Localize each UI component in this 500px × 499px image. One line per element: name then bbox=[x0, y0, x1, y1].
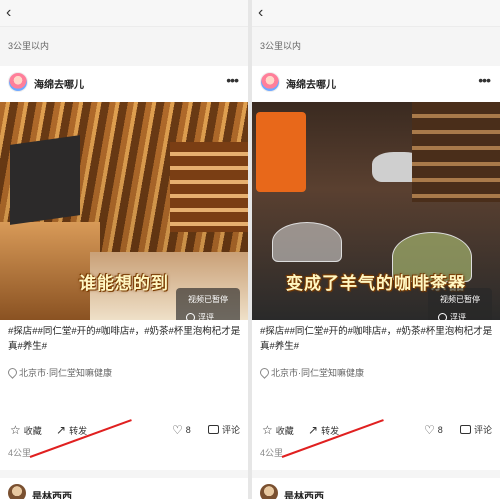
like-button[interactable]: ♡ 8 bbox=[172, 423, 191, 437]
post-tags[interactable]: #探店##同仁堂#开的#咖啡店#，#奶茶#杯里泡枸杞才是真#养生# bbox=[8, 324, 242, 354]
dark-panel-shape bbox=[10, 135, 80, 225]
paused-badge[interactable]: 视频已暂停 浮评 bbox=[428, 288, 492, 320]
top-bar: ‹ bbox=[0, 0, 248, 27]
top-bar: ‹ bbox=[252, 0, 500, 27]
post-card[interactable]: 海绵去哪儿 ••• 变成了羊气的咖啡茶器 视频已暂停 浮评 #探店##同仁堂#开… bbox=[252, 66, 500, 470]
share-label: 转发 bbox=[321, 425, 340, 436]
circle-icon bbox=[438, 313, 447, 320]
paused-badge[interactable]: 视频已暂停 浮评 bbox=[176, 288, 240, 320]
star-icon: ☆ bbox=[10, 423, 21, 437]
share-label: 转发 bbox=[69, 425, 88, 436]
pin-icon bbox=[8, 368, 16, 378]
paused-label: 视频已暂停 bbox=[188, 295, 228, 304]
action-bar: ☆ 收藏 ↗ 转发 ♡ 8 评论 bbox=[252, 421, 500, 441]
avatar[interactable] bbox=[8, 72, 28, 92]
collect-button[interactable]: ☆ 收藏 bbox=[10, 423, 42, 437]
comment-icon bbox=[460, 425, 471, 434]
share-arrow-icon: ↗ bbox=[56, 423, 67, 437]
float-label: 浮评 bbox=[450, 313, 466, 320]
more-dots-icon[interactable]: ••• bbox=[478, 72, 491, 88]
comment-label: 评论 bbox=[474, 425, 493, 435]
like-count: 8 bbox=[437, 425, 443, 435]
avatar[interactable] bbox=[260, 484, 278, 499]
next-post-card[interactable]: 是林西西 bbox=[0, 478, 248, 499]
post-distance: 4公里 bbox=[260, 448, 284, 458]
post-header: 海绵去哪儿 ••• bbox=[0, 66, 248, 100]
heart-icon: ♡ bbox=[424, 423, 435, 437]
orange-chair-shape bbox=[256, 112, 306, 192]
pin-icon bbox=[260, 368, 268, 378]
circle-icon bbox=[186, 313, 195, 320]
distance-filter[interactable]: 3公里以内 bbox=[252, 27, 500, 60]
collect-label: 收藏 bbox=[23, 425, 42, 436]
location-label: 北京市·同仁堂知嘛健康 bbox=[19, 368, 112, 378]
like-button[interactable]: ♡ 8 bbox=[424, 423, 443, 437]
shelf-shape bbox=[412, 102, 500, 202]
comment-label: 评论 bbox=[222, 425, 241, 435]
star-icon: ☆ bbox=[262, 423, 273, 437]
float-label: 浮评 bbox=[198, 313, 214, 320]
avatar[interactable] bbox=[260, 72, 280, 92]
collect-label: 收藏 bbox=[275, 425, 294, 436]
comment-button[interactable]: 评论 bbox=[460, 423, 492, 436]
next-post-card[interactable]: 是林西西 bbox=[252, 478, 500, 499]
comment-icon bbox=[208, 425, 219, 434]
post-tags[interactable]: #探店##同仁堂#开的#咖啡店#，#奶茶#杯里泡枸杞才是真#养生# bbox=[260, 324, 494, 354]
heart-icon: ♡ bbox=[172, 423, 183, 437]
author-name[interactable]: 是林西西 bbox=[32, 488, 72, 499]
comment-button[interactable]: 评论 bbox=[208, 423, 240, 436]
collect-button[interactable]: ☆ 收藏 bbox=[262, 423, 294, 437]
author-name[interactable]: 是林西西 bbox=[284, 488, 324, 499]
avatar[interactable] bbox=[8, 484, 26, 499]
author-name[interactable]: 海绵去哪儿 bbox=[34, 76, 84, 91]
distance-filter[interactable]: 3公里以内 bbox=[0, 27, 248, 60]
chevron-left-icon[interactable]: ‹ bbox=[258, 3, 263, 23]
left-phone-screen: ‹ 3公里以内 海绵去哪儿 ••• 谁能想的到 视频已暂停 浮评 #探店##同仁… bbox=[0, 0, 248, 499]
like-count: 8 bbox=[185, 425, 191, 435]
post-video[interactable]: 变成了羊气的咖啡茶器 视频已暂停 浮评 bbox=[252, 102, 500, 320]
share-arrow-icon: ↗ bbox=[308, 423, 319, 437]
glass-dome-shape bbox=[272, 222, 342, 262]
post-distance: 4公里 bbox=[8, 448, 32, 458]
action-bar: ☆ 收藏 ↗ 转发 ♡ 8 评论 bbox=[0, 421, 248, 441]
shelf-shape bbox=[170, 142, 248, 232]
post-location[interactable]: 北京市·同仁堂知嘛健康 bbox=[260, 366, 364, 379]
post-header: 海绵去哪儿 ••• bbox=[252, 66, 500, 100]
float-comment-toggle[interactable]: 浮评 bbox=[186, 312, 214, 320]
chevron-left-icon[interactable]: ‹ bbox=[6, 3, 11, 23]
location-label: 北京市·同仁堂知嘛健康 bbox=[271, 368, 364, 378]
post-video[interactable]: 谁能想的到 视频已暂停 浮评 bbox=[0, 102, 248, 320]
more-dots-icon[interactable]: ••• bbox=[226, 72, 239, 88]
post-card[interactable]: 海绵去哪儿 ••• 谁能想的到 视频已暂停 浮评 #探店##同仁堂#开的#咖啡店… bbox=[0, 66, 248, 470]
post-location[interactable]: 北京市·同仁堂知嘛健康 bbox=[8, 366, 112, 379]
share-button[interactable]: ↗ 转发 bbox=[308, 423, 339, 437]
share-button[interactable]: ↗ 转发 bbox=[56, 423, 87, 437]
paused-label: 视频已暂停 bbox=[440, 295, 480, 304]
author-name[interactable]: 海绵去哪儿 bbox=[286, 76, 336, 91]
float-comment-toggle[interactable]: 浮评 bbox=[438, 312, 466, 320]
right-phone-screen: ‹ 3公里以内 海绵去哪儿 ••• 变成了羊气的咖啡茶器 视频已暂停 浮评 #探… bbox=[252, 0, 500, 499]
